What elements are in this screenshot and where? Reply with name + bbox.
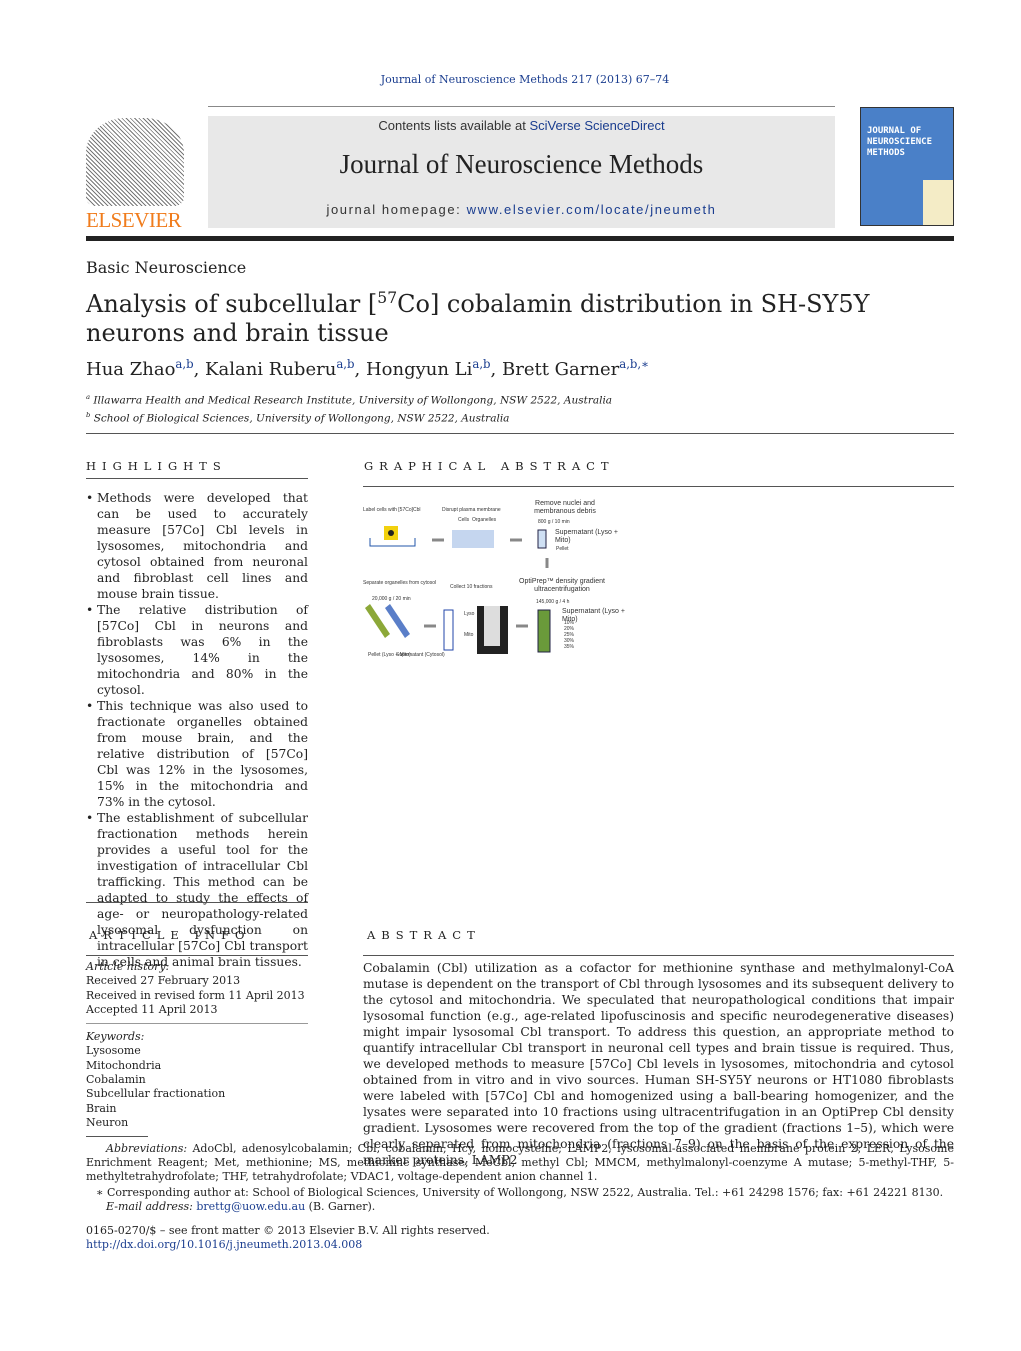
abstract-heading: ABSTRACT bbox=[367, 928, 481, 942]
keyword: Neuron bbox=[86, 1115, 129, 1129]
author[interactable]: Kalani Ruberua,b bbox=[205, 357, 354, 380]
article-info: Article history: Received 27 February 20… bbox=[86, 960, 308, 1130]
elsevier-tree-icon bbox=[86, 118, 184, 206]
history-item: Accepted 11 April 2013 bbox=[86, 1002, 218, 1016]
journal-title: Journal of Neuroscience Methods bbox=[339, 149, 704, 179]
highlights-heading: HIGHLIGHTS bbox=[86, 459, 227, 473]
header-rule bbox=[86, 236, 954, 241]
copyright: 0165-0270/$ – see front matter © 2013 El… bbox=[86, 1224, 490, 1237]
history-item: Received in revised form 11 April 2013 bbox=[86, 988, 305, 1002]
abbreviations: AdoCbl, adenosylcobalamin; Cbl, cobalami… bbox=[86, 1142, 954, 1183]
ga-label: Supernatant (Lyso + Mito) bbox=[555, 529, 618, 544]
cover-title: JOURNAL OF NEUROSCIENCE METHODS bbox=[867, 126, 933, 158]
journal-citation[interactable]: Journal of Neuroscience Methods 217 (201… bbox=[0, 73, 1021, 86]
ga-label: Cells bbox=[458, 517, 470, 523]
divider bbox=[208, 106, 835, 107]
article-info-heading: ARTICLE INFO bbox=[89, 928, 251, 942]
ga-label: 145,000 g / 4 h bbox=[536, 599, 570, 605]
highlight-item: The relative distribution of [57Co] Cbl … bbox=[86, 602, 308, 698]
ga-label: Separate organelles from cytosol bbox=[363, 580, 436, 586]
affiliations: a Illawarra Health and Medical Research … bbox=[86, 390, 612, 425]
keyword: Mitochondria bbox=[86, 1058, 162, 1072]
ga-label: Lyso bbox=[464, 611, 475, 617]
author[interactable]: Hongyun Lia,b bbox=[366, 357, 491, 380]
homepage-label: journal homepage: bbox=[326, 202, 467, 217]
ga-label: Supernatant (Lyso + Mito) bbox=[562, 608, 625, 623]
article-title: Analysis of subcellular [57Co] cobalamin… bbox=[86, 289, 870, 347]
footnotes: Abbreviations: AdoCbl, adenosylcobalamin… bbox=[86, 1142, 954, 1252]
gradient-tube-icon bbox=[537, 609, 551, 653]
elsevier-logo: ELSEVIER bbox=[86, 118, 186, 232]
affiliation: a Illawarra Health and Medical Research … bbox=[86, 393, 613, 407]
dish-icon bbox=[452, 530, 494, 548]
ga-label: Organelles bbox=[472, 517, 497, 523]
journal-banner: Contents lists available at SciVerse Sci… bbox=[208, 116, 835, 228]
ga-label: Label cells with [57Co]Cbl bbox=[363, 507, 421, 513]
highlight-item: This technique was also used to fraction… bbox=[86, 698, 308, 810]
homepage-link[interactable]: www.elsevier.com/locate/jneumeth bbox=[467, 202, 717, 217]
publisher-name: ELSEVIER bbox=[86, 208, 182, 232]
ga-label: Collect 10 fractions bbox=[450, 584, 493, 590]
corresponding-author: ∗ Corresponding author at: School of Bio… bbox=[96, 1186, 944, 1199]
history-item: Received 27 February 2013 bbox=[86, 974, 241, 988]
ga-label: Pellet bbox=[556, 546, 569, 552]
keyword: Brain bbox=[86, 1101, 117, 1115]
email-link[interactable]: brettg@uow.edu.au bbox=[196, 1200, 305, 1213]
graphical-abstract-heading: GRAPHICAL ABSTRACT bbox=[364, 459, 615, 473]
section-label: Basic Neuroscience bbox=[86, 258, 247, 277]
divider bbox=[86, 433, 954, 434]
ga-label: Disrupt plasma membrane bbox=[442, 507, 501, 513]
ga-label: 35% bbox=[564, 644, 575, 650]
affiliation: b School of Biological Sciences, Univers… bbox=[86, 410, 510, 425]
keyword: Lysosome bbox=[86, 1044, 141, 1058]
author[interactable]: Hua Zhaoa,b bbox=[86, 357, 194, 380]
author-list: Hua Zhaoa,b, Kalani Ruberua,b, Hongyun L… bbox=[86, 357, 650, 380]
journal-cover[interactable]: JOURNAL OF NEUROSCIENCE METHODS bbox=[860, 107, 954, 226]
ga-label: 20,000 g / 20 min bbox=[372, 596, 411, 602]
keyword: Cobalamin bbox=[86, 1073, 146, 1087]
paper-page: Journal of Neuroscience Methods 217 (201… bbox=[0, 0, 1021, 1351]
ga-label: Remove nuclei and membranous debris bbox=[534, 500, 596, 515]
highlight-item: The establishment of subcellular fractio… bbox=[86, 810, 308, 970]
doi-link[interactable]: http://dx.doi.org/10.1016/j.jneumeth.201… bbox=[86, 1238, 954, 1252]
tube-icon bbox=[537, 529, 547, 549]
highlight-item: Methods were developed that can be used … bbox=[86, 490, 308, 602]
contents-text: Contents lists available at bbox=[378, 118, 530, 133]
ga-label: Mito bbox=[464, 632, 474, 638]
abstract-text: Cobalamin (Cbl) utilization as a cofacto… bbox=[363, 961, 954, 1167]
ga-label: 800 g / 10 min bbox=[538, 519, 570, 525]
keyword: Subcellular fractionation bbox=[86, 1087, 226, 1101]
highlights-list: Methods were developed that can be used … bbox=[86, 490, 308, 970]
author[interactable]: Brett Garnera,b,∗ bbox=[502, 357, 649, 380]
ga-label: Supernatant (Cytosol) bbox=[396, 652, 445, 658]
fraction-tube-icon bbox=[443, 609, 454, 651]
sciencedirect-link[interactable]: SciVerse ScienceDirect bbox=[529, 118, 664, 133]
ga-label: OptiPrep™ density gradient ultracentrifu… bbox=[519, 578, 605, 593]
